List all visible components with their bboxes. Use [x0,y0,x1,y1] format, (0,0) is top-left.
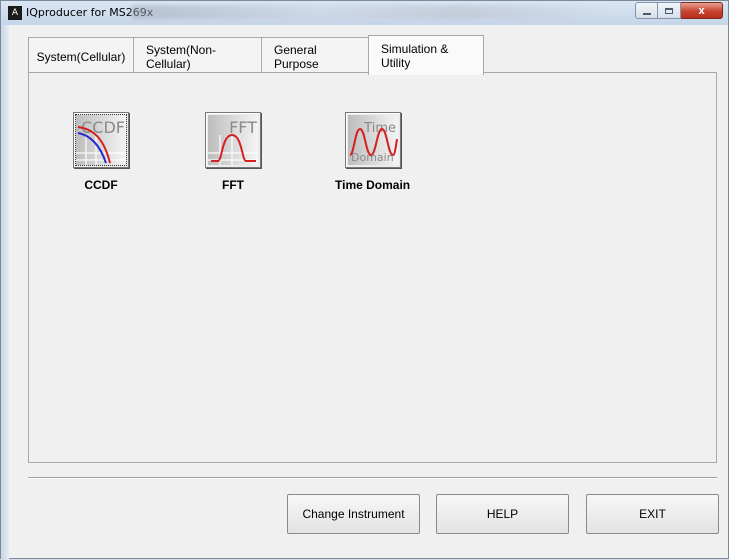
maximize-button[interactable] [658,2,681,19]
ccdf-icon: CCDF [76,115,126,165]
fft-tool: FFT FFT [205,112,261,192]
tab-simulation-utility[interactable]: Simulation & Utility [368,35,484,75]
tab-panel: CCDF CCDF FFT FFT Time Domain Time Domai… [28,72,717,463]
svg-text:CCDF: CCDF [81,118,125,137]
exit-button[interactable]: EXIT [586,494,719,534]
title-bar[interactable]: A IQproducer for MS269x x [1,1,728,25]
tab-system-cellular[interactable]: System(Cellular) [28,37,134,75]
ccdf-tool: CCDF CCDF [73,112,129,192]
time-domain-tool: Time Domain Time Domain [335,112,410,192]
tab-strip: System(Cellular) System(Non-Cellular) Ge… [28,35,484,75]
time-domain-icon: Time Domain [347,115,398,165]
ccdf-button[interactable]: CCDF [73,112,129,168]
minimize-icon [642,12,651,15]
app-icon: A [8,6,22,20]
tab-general-purpose[interactable]: General Purpose [261,37,369,75]
fft-label: FFT [222,178,244,192]
window-controls: x [635,2,723,19]
fft-button[interactable]: FFT [205,112,261,168]
footer-separator [28,477,717,479]
change-instrument-button[interactable]: Change Instrument [287,494,420,534]
close-button[interactable]: x [681,2,723,19]
help-button[interactable]: HELP [436,494,569,534]
blurred-title-area [131,5,601,19]
time-domain-button[interactable]: Time Domain [344,112,401,168]
time-domain-label: Time Domain [335,178,411,192]
close-icon: x [698,4,705,17]
maximize-icon [665,7,673,14]
ccdf-label: CCDF [84,178,118,192]
app-window: A IQproducer for MS269x x System(Cellula… [0,0,729,560]
tab-system-non-cellular[interactable]: System(Non-Cellular) [133,37,262,75]
fft-icon: FFT [208,115,258,165]
minimize-button[interactable] [635,2,658,19]
window-left-edge [1,25,9,560]
